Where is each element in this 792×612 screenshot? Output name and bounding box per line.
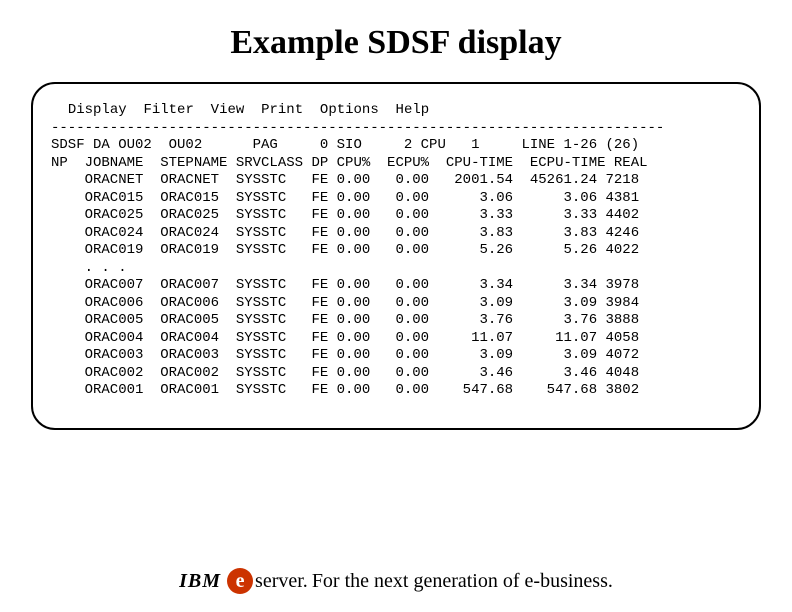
column-headers: NP JOBNAME STEPNAME SRVCLASS DP CPU% ECP… — [51, 155, 741, 173]
menu-options-label[interactable]: Options — [320, 102, 379, 118]
ibm-logo-text: IBM — [179, 570, 221, 592]
menu-bar: Display Filter View Print Options Help — [51, 102, 741, 120]
separator-line: ----------------------------------------… — [51, 120, 741, 138]
job-rows: ORACNET ORACNET SYSSTC FE 0.00 0.00 2001… — [51, 172, 741, 400]
menu-filter-label[interactable]: Filter — [143, 102, 193, 118]
menu-view-label[interactable]: View — [211, 102, 245, 118]
footer: IBM eserver. For the next generation of … — [0, 568, 792, 594]
tagline-text: For the next generation of e-business. — [312, 570, 613, 592]
panel-wrap: Display Filter View Print Options Help -… — [0, 82, 792, 430]
terminal-panel: Display Filter View Print Options Help -… — [31, 82, 761, 430]
status-line: SDSF DA OU02 OU02 PAG 0 SIO 2 CPU 1 LINE… — [51, 137, 741, 155]
page-title: Example SDSF display — [0, 0, 792, 82]
menu-display[interactable] — [51, 102, 68, 118]
server-text: server. — [255, 570, 308, 592]
menu-print-label[interactable]: Print — [261, 102, 303, 118]
menu-display-label[interactable]: Display — [68, 102, 127, 118]
e-badge-icon: e — [227, 568, 253, 594]
slide: Example SDSF display Display Filter View… — [0, 0, 792, 612]
menu-help-label[interactable]: Help — [396, 102, 430, 118]
